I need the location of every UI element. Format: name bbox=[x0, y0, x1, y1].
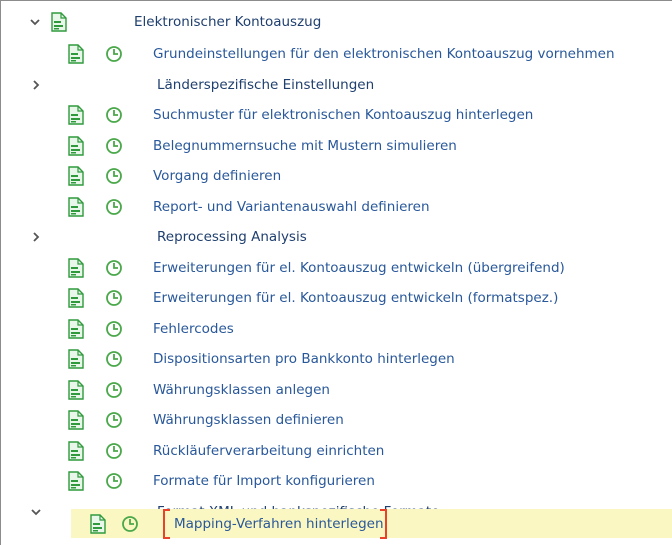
document-icon[interactable] bbox=[67, 44, 85, 64]
tree-item-selected[interactable]: Mapping-Verfahren hinterlegen bbox=[1, 511, 672, 537]
tree-item[interactable]: Währungsklassen definieren bbox=[1, 407, 672, 433]
clock-icon[interactable] bbox=[105, 472, 123, 490]
tree-item-label[interactable]: Währungsklassen definieren bbox=[153, 410, 344, 430]
tree-item[interactable]: Vorgang definieren bbox=[1, 163, 672, 189]
tree-panel: Elektronischer Kontoauszug Grundeinstell… bbox=[0, 0, 672, 545]
tree-item-label[interactable]: Länderspezifische Einstellungen bbox=[157, 75, 374, 95]
document-icon[interactable] bbox=[67, 318, 85, 339]
document-icon[interactable] bbox=[67, 105, 85, 125]
tree-item[interactable]: Report- und Variantenauswahl definieren bbox=[1, 194, 672, 220]
tree-item[interactable]: Grundeinstellungen für den elektronische… bbox=[1, 41, 672, 67]
tree-item-label[interactable]: Mapping-Verfahren hinterlegen bbox=[174, 514, 384, 534]
tree-item-label[interactable]: Formate für Import konfigurieren bbox=[153, 471, 375, 491]
document-icon[interactable] bbox=[89, 514, 107, 534]
tree-item-label[interactable]: Fehlercodes bbox=[153, 319, 234, 339]
clock-icon[interactable] bbox=[105, 289, 123, 307]
clock-icon[interactable] bbox=[105, 167, 123, 185]
chevron-down-icon[interactable] bbox=[28, 15, 42, 29]
tree-item[interactable]: Reprocessing Analysis bbox=[1, 224, 672, 250]
clock-icon[interactable] bbox=[105, 381, 123, 399]
clock-icon[interactable] bbox=[105, 45, 123, 63]
tree-item[interactable]: Währungsklassen anlegen bbox=[1, 377, 672, 403]
chevron-right-icon[interactable] bbox=[29, 230, 43, 244]
tree-item[interactable]: Suchmuster für elektronischen Kontoauszu… bbox=[1, 102, 672, 128]
chevron-right-icon[interactable] bbox=[29, 78, 43, 92]
document-icon bbox=[51, 12, 67, 32]
document-icon[interactable] bbox=[67, 410, 85, 430]
clock-icon[interactable] bbox=[105, 411, 123, 429]
tree-item[interactable]: Länderspezifische Einstellungen bbox=[1, 72, 672, 98]
tree-item-label[interactable]: Rückläuferverarbeitung einrichten bbox=[153, 441, 384, 461]
clock-icon[interactable] bbox=[105, 442, 123, 460]
tree-root-label[interactable]: Elektronischer Kontoauszug bbox=[134, 12, 321, 32]
document-icon[interactable] bbox=[67, 257, 85, 278]
clock-icon[interactable] bbox=[105, 106, 123, 124]
clock-icon[interactable] bbox=[121, 515, 139, 533]
document-icon[interactable] bbox=[67, 349, 85, 369]
document-icon[interactable] bbox=[67, 288, 85, 308]
tree-root-row[interactable]: Elektronischer Kontoauszug bbox=[1, 9, 672, 35]
tree-item[interactable]: Rückläuferverarbeitung einrichten bbox=[1, 438, 672, 464]
clock-icon[interactable] bbox=[105, 350, 123, 368]
clock-icon[interactable] bbox=[105, 259, 123, 277]
clock-icon[interactable] bbox=[105, 198, 123, 216]
tree-item-label[interactable]: Reprocessing Analysis bbox=[157, 227, 307, 247]
tree-item-label[interactable]: Vorgang definieren bbox=[153, 166, 281, 186]
tree-item-label[interactable]: Belegnummernsuche mit Mustern simulieren bbox=[153, 136, 457, 156]
document-icon[interactable] bbox=[67, 471, 85, 491]
selection-bracket-left bbox=[163, 509, 170, 539]
tree-item[interactable]: Fehlercodes bbox=[1, 316, 672, 342]
tree-item[interactable]: Belegnummernsuche mit Mustern simulieren bbox=[1, 133, 672, 159]
selection-bracket-right bbox=[380, 509, 387, 539]
tree-item-label[interactable]: Grundeinstellungen für den elektronische… bbox=[153, 44, 615, 64]
tree-item[interactable]: Dispositionsarten pro Bankkonto hinterle… bbox=[1, 346, 672, 372]
tree-item[interactable]: Formate für Import konfigurieren bbox=[1, 468, 672, 494]
document-icon[interactable] bbox=[67, 135, 85, 156]
tree-item[interactable]: Erweiterungen für el. Kontoauszug entwic… bbox=[1, 285, 672, 311]
tree-item-label[interactable]: Währungsklassen anlegen bbox=[153, 380, 330, 400]
tree-item-label[interactable]: Suchmuster für elektronischen Kontoauszu… bbox=[153, 105, 533, 125]
document-icon[interactable] bbox=[67, 166, 85, 186]
tree-item-label[interactable]: Erweiterungen für el. Kontoauszug entwic… bbox=[153, 258, 565, 278]
document-icon[interactable] bbox=[67, 379, 85, 400]
tree-item[interactable]: Erweiterungen für el. Kontoauszug entwic… bbox=[1, 255, 672, 281]
document-icon[interactable] bbox=[67, 196, 85, 217]
clock-icon[interactable] bbox=[105, 320, 123, 338]
document-icon[interactable] bbox=[67, 440, 85, 461]
tree-item-label[interactable]: Dispositionsarten pro Bankkonto hinterle… bbox=[153, 349, 455, 369]
tree-item-label[interactable]: Erweiterungen für el. Kontoauszug entwic… bbox=[153, 288, 558, 308]
tree-item-label[interactable]: Report- und Variantenauswahl definieren bbox=[153, 197, 430, 217]
clock-icon[interactable] bbox=[105, 137, 123, 155]
